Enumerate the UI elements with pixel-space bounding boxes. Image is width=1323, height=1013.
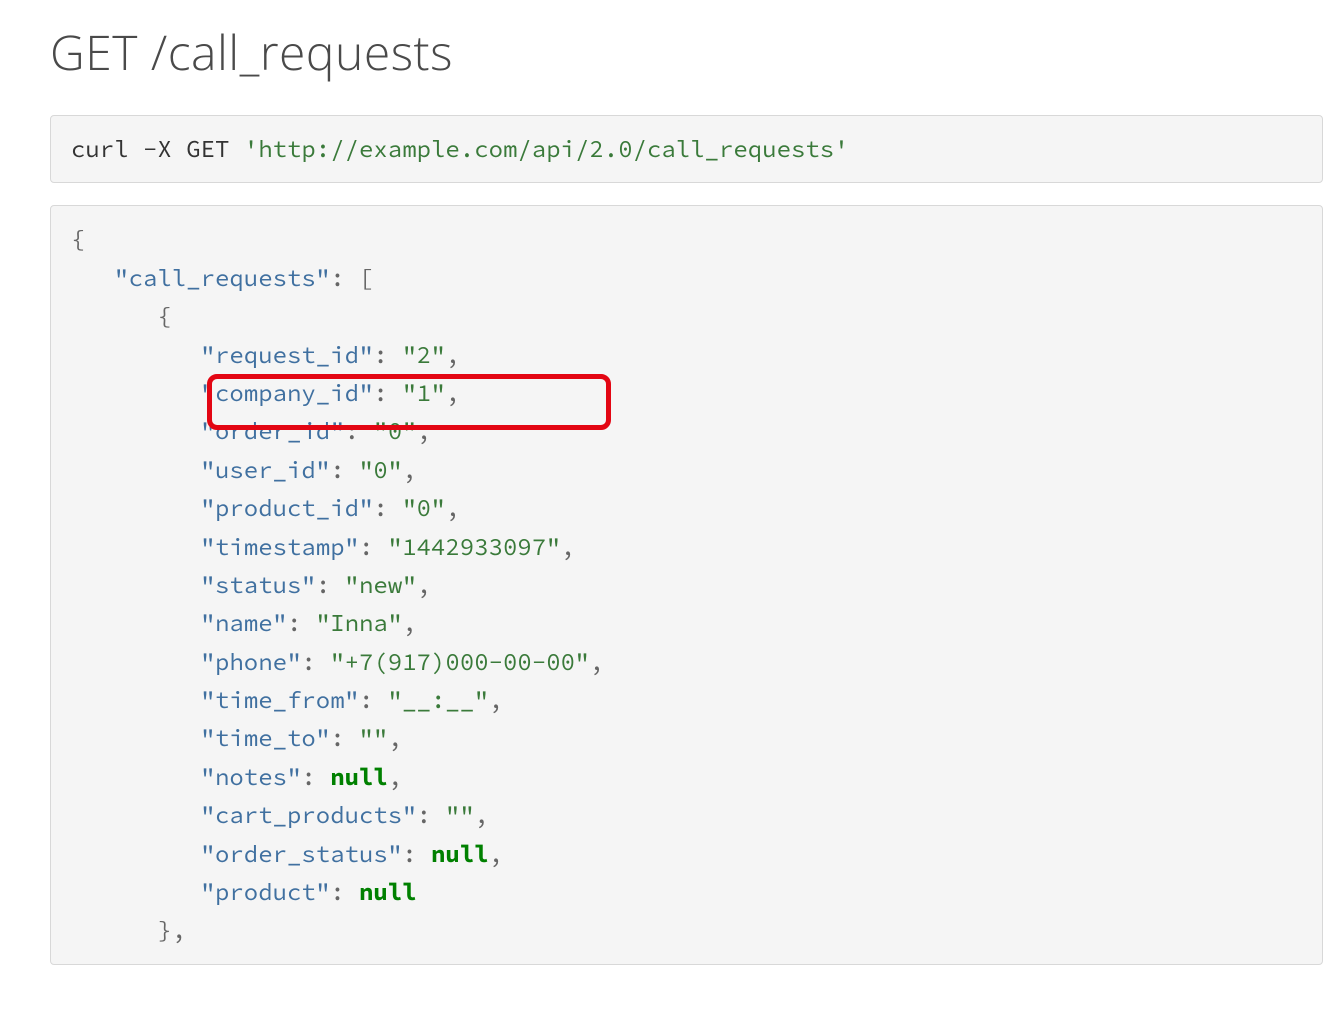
json-field-val: null (359, 876, 417, 907)
json-field-val: "0" (402, 492, 445, 523)
json-field-key: "order_status" (201, 838, 403, 869)
json-field-key: "cart_products" (201, 799, 417, 830)
json-sep: : (402, 838, 431, 869)
json-sep: : (359, 684, 388, 715)
json-comma: , (445, 377, 459, 408)
json-field-val: "__:__" (388, 684, 489, 715)
json-sep: : (373, 339, 402, 370)
json-field-key: "timestamp" (201, 531, 359, 562)
json-field-val: "1442933097" (388, 531, 561, 562)
json-sep: : (301, 646, 330, 677)
json-field-key: "order_id" (201, 415, 345, 446)
json-field-key: "product_id" (201, 492, 374, 523)
json-sep: : (301, 761, 330, 792)
json-field-key: "product" (201, 876, 331, 907)
json-comma: , (561, 531, 575, 562)
json-comma: , (489, 838, 503, 869)
json-field-val: "1" (402, 377, 445, 408)
json-field-val: "0" (359, 454, 402, 485)
json-root-key: "call_requests" (114, 262, 330, 293)
json-field-val: "+7(917)000-00-00" (330, 646, 589, 677)
json-sep: : (287, 607, 316, 638)
json-colon-bracket: : [ (330, 262, 373, 293)
json-sep: : (330, 876, 359, 907)
json-field-key: "phone" (201, 646, 302, 677)
json-sep: : (359, 531, 388, 562)
curl-code-block: curl -X GET 'http://example.com/api/2.0/… (50, 115, 1323, 183)
json-code-block: { "call_requests": [ { "request_id": "2"… (50, 205, 1323, 964)
json-comma: , (402, 454, 416, 485)
json-field-key: "time_from" (201, 684, 359, 715)
json-field-key: "notes" (201, 761, 302, 792)
json-field-val: "new" (345, 569, 417, 600)
json-sep: : (373, 377, 402, 408)
json-field-key: "status" (201, 569, 316, 600)
json-sep: : (330, 454, 359, 485)
json-sep: : (316, 569, 345, 600)
page-title: GET /call_requests (50, 20, 1323, 85)
json-sep: : (345, 415, 374, 446)
json-comma: , (589, 646, 603, 677)
json-field-val: "0" (373, 415, 416, 446)
json-field-key: "name" (201, 607, 287, 638)
curl-prefix: curl -X GET (71, 133, 244, 164)
json-comma: , (388, 761, 402, 792)
json-comma: , (489, 684, 503, 715)
json-sep: : (417, 799, 446, 830)
json-comma: , (445, 492, 459, 523)
json-field-val: null (431, 838, 489, 869)
json-sep: : (330, 722, 359, 753)
json-item-close: }, (157, 914, 186, 945)
json-comma: , (402, 607, 416, 638)
json-field-val: "" (445, 799, 474, 830)
json-field-val: "" (359, 722, 388, 753)
json-comma: , (388, 722, 402, 753)
json-comma: , (445, 339, 459, 370)
json-comma: , (474, 799, 488, 830)
json-field-val: "2" (402, 339, 445, 370)
json-field-val: null (330, 761, 388, 792)
json-comma: , (417, 569, 431, 600)
json-sep: : (373, 492, 402, 523)
curl-url: 'http://example.com/api/2.0/call_request… (244, 133, 849, 164)
json-field-key: "user_id" (201, 454, 331, 485)
json-comma: , (417, 415, 431, 446)
json-field-key: "time_to" (201, 722, 331, 753)
json-field-key: "request_id" (201, 339, 374, 370)
json-field-val: "Inna" (316, 607, 402, 638)
json-item-open: { (157, 300, 171, 331)
json-brace: { (71, 223, 85, 254)
json-field-key: "company_id" (201, 377, 374, 408)
